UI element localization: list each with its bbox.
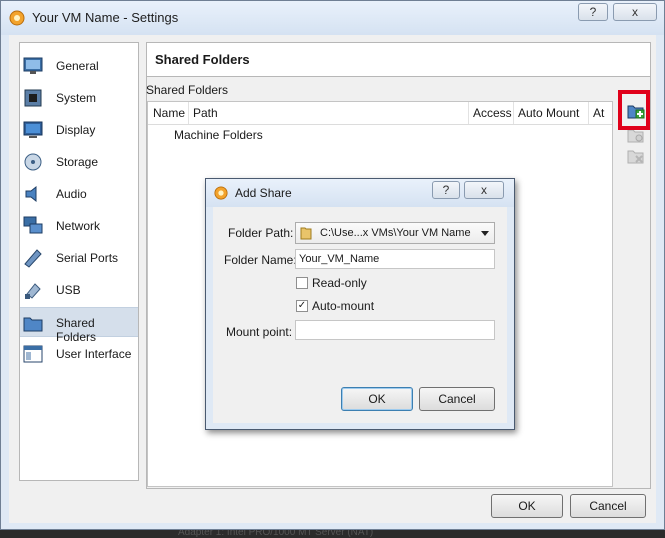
column-header-name[interactable]: Name [153, 106, 185, 120]
add-share-dialog: Add Share ? x Folder Path: C:\Use...x VM… [205, 178, 515, 430]
virtualbox-icon [214, 186, 228, 200]
folder-icon [300, 227, 312, 240]
sidebar-item-serial-ports[interactable]: Serial Ports [20, 243, 138, 273]
help-button[interactable]: ? [578, 3, 608, 21]
network-icon [23, 216, 43, 234]
page-title: Shared Folders [155, 52, 250, 67]
general-icon [23, 57, 43, 74]
window-title: Your VM Name - Settings [32, 10, 179, 25]
dialog-title: Add Share [235, 186, 292, 200]
sidebar-item-storage[interactable]: Storage [20, 147, 138, 177]
sidebar-item-shared-folders[interactable]: Shared Folders [20, 307, 138, 344]
folder-path-combobox[interactable]: C:\Use...x VMs\Your VM Name [295, 222, 495, 244]
folder-path-value: C:\Use...x VMs\Your VM Name [320, 227, 471, 239]
sidebar-item-audio[interactable]: Audio [20, 179, 138, 209]
column-divider [513, 102, 514, 124]
dialog-title-bar: Add Share ? x [206, 179, 514, 207]
remove-shared-folder-icon[interactable] [627, 148, 645, 164]
dialog-client-area: Folder Path: C:\Use...x VMs\Your VM Name… [213, 207, 507, 423]
folder-name-label: Folder Name: [224, 253, 297, 267]
system-icon [24, 89, 42, 107]
sidebar-item-label: Audio [56, 187, 87, 201]
table-header: Name Path Access Auto Mount At [148, 102, 612, 125]
sidebar-item-system[interactable]: System [20, 83, 138, 113]
dialog-ok-button[interactable]: OK [341, 387, 413, 411]
title-bar: Your VM Name - Settings ? x [1, 1, 664, 35]
virtualbox-icon [9, 10, 25, 26]
sidebar-item-general[interactable]: General [20, 51, 138, 81]
panel-header: Shared Folders [147, 43, 650, 77]
folder-name-field[interactable]: Your_VM_Name [295, 249, 495, 269]
user-interface-icon [23, 345, 43, 363]
column-header-auto-mount[interactable]: Auto Mount [518, 106, 579, 120]
sidebar-item-label: General [56, 59, 99, 73]
display-icon [23, 121, 43, 138]
column-divider [588, 102, 589, 124]
sidebar-item-label: Storage [56, 155, 99, 169]
mount-point-label: Mount point: [226, 325, 293, 339]
close-button[interactable]: x [613, 3, 657, 21]
audio-icon [25, 185, 37, 203]
chevron-down-icon[interactable] [481, 231, 489, 236]
column-divider [188, 102, 189, 124]
list-item-machine-folders[interactable]: Machine Folders [174, 128, 263, 142]
sidebar-item-label: Display [56, 123, 96, 137]
usb-icon [25, 283, 41, 299]
sidebar-item-label: USB [56, 283, 81, 297]
auto-mount-checkbox[interactable]: ✓ [296, 300, 308, 312]
add-button-highlight [618, 90, 650, 130]
ok-button[interactable]: OK [491, 494, 563, 518]
group-label: Shared Folders [146, 83, 229, 97]
dialog-help-button[interactable]: ? [432, 181, 460, 199]
read-only-label[interactable]: Read-only [312, 276, 367, 290]
sidebar-item-network[interactable]: Network [20, 211, 138, 241]
column-header-path[interactable]: Path [193, 106, 218, 120]
mount-point-field[interactable] [295, 320, 495, 340]
cancel-button[interactable]: Cancel [570, 494, 646, 518]
sidebar-item-usb[interactable]: USB [20, 275, 138, 305]
settings-sidebar: General System Display Storage Audio Net… [19, 42, 139, 481]
sidebar-item-user-interface[interactable]: User Interface [20, 339, 138, 369]
serial-ports-icon [24, 249, 42, 268]
auto-mount-label[interactable]: Auto-mount [312, 299, 374, 313]
sidebar-item-label: Serial Ports [56, 251, 119, 265]
column-divider [468, 102, 469, 124]
shared-folders-icon [23, 317, 43, 332]
read-only-checkbox[interactable] [296, 277, 308, 289]
sidebar-item-display[interactable]: Display [20, 115, 138, 145]
storage-icon [24, 153, 42, 171]
dialog-close-button[interactable]: x [464, 181, 504, 199]
column-header-access[interactable]: Access [473, 106, 512, 120]
dialog-cancel-button[interactable]: Cancel [419, 387, 495, 411]
sidebar-item-label: System [56, 91, 97, 105]
column-header-at[interactable]: At [593, 106, 604, 120]
folder-path-label: Folder Path: [228, 226, 294, 240]
sidebar-item-label: Network [56, 219, 101, 233]
sidebar-item-label: User Interface [56, 347, 132, 361]
